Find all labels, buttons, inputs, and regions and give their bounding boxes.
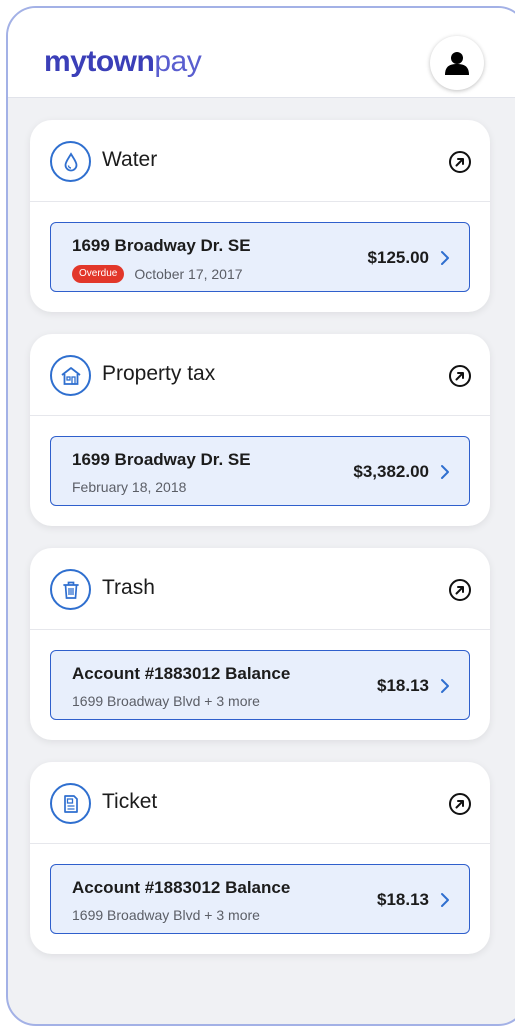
- bill-amount: $125.00: [367, 248, 429, 267]
- house-icon: [60, 366, 81, 385]
- bill-row[interactable]: 1699 Broadway Dr. SE Overdue October 17,…: [50, 222, 470, 292]
- card-title: Water: [102, 148, 158, 171]
- card-water: Water 1699 Broadway Dr. SE Overdue Octob…: [30, 120, 490, 312]
- bill-amount: $18.13: [377, 676, 429, 695]
- bill-row[interactable]: Account #1883012 Balance 1699 Broadway B…: [50, 864, 470, 934]
- category-icon-badge: [50, 355, 91, 396]
- category-icon-badge: [50, 569, 91, 610]
- bill-account: Account #1883012 Balance: [72, 878, 291, 897]
- card-ticket: Ticket Account #1883012 Balance 1699 Bro…: [30, 762, 490, 954]
- bill-row[interactable]: 1699 Broadway Dr. SE February 18, 2018 $…: [50, 436, 470, 506]
- bill-address: 1699 Broadway Dr. SE: [72, 236, 251, 255]
- app-header: mytownpay: [8, 8, 515, 98]
- profile-button[interactable]: [430, 36, 484, 90]
- bill-due-date: October 17, 2017: [134, 266, 243, 282]
- water-drop-icon: [64, 151, 77, 171]
- card-title: Trash: [102, 576, 155, 599]
- bill-addresses: 1699 Broadway Blvd + 3 more: [72, 907, 260, 923]
- card-header: Ticket: [30, 762, 490, 844]
- category-icon-badge: [50, 783, 91, 824]
- bill-address: 1699 Broadway Dr. SE: [72, 450, 251, 469]
- overdue-badge: Overdue: [72, 265, 125, 283]
- card-title: Property tax: [102, 362, 216, 385]
- chevron-right-icon: [441, 893, 449, 907]
- open-external-icon[interactable]: [448, 792, 472, 816]
- card-header: Trash: [30, 548, 490, 630]
- bill-amount: $18.13: [377, 890, 429, 909]
- bill-subtitle: 1699 Broadway Blvd + 3 more: [72, 907, 260, 923]
- chevron-right-icon: [441, 251, 449, 265]
- chevron-right-icon: [441, 679, 449, 693]
- trash-icon: [62, 581, 79, 599]
- category-icon-badge: [50, 141, 91, 182]
- app-logo[interactable]: mytownpay: [44, 45, 202, 78]
- bill-addresses: 1699 Broadway Blvd + 3 more: [72, 693, 260, 709]
- logo-light-text: pay: [154, 45, 202, 78]
- card-property-tax: Property tax 1699 Broadway Dr. SE Februa…: [30, 334, 490, 526]
- bill-due-date: February 18, 2018: [72, 479, 187, 495]
- card-trash: Trash Account #1883012 Balance 1699 Broa…: [30, 548, 490, 740]
- bill-subtitle: 1699 Broadway Blvd + 3 more: [72, 693, 260, 709]
- logo-bold-text: mytown: [44, 45, 155, 78]
- ticket-document-icon: [63, 794, 78, 813]
- card-header: Water: [30, 120, 490, 202]
- bill-account: Account #1883012 Balance: [72, 664, 291, 683]
- open-external-icon[interactable]: [448, 364, 472, 388]
- card-header: Property tax: [30, 334, 490, 416]
- user-icon: [445, 52, 469, 75]
- bill-row[interactable]: Account #1883012 Balance 1699 Broadway B…: [50, 650, 470, 720]
- card-title: Ticket: [102, 790, 158, 813]
- bill-subtitle: February 18, 2018: [72, 479, 186, 495]
- bill-amount: $3,382.00: [353, 462, 429, 481]
- open-external-icon[interactable]: [448, 150, 472, 174]
- app-frame: mytownpay Water 1699 Broadway Dr. SE Ove…: [6, 6, 515, 1026]
- open-external-icon[interactable]: [448, 578, 472, 602]
- bill-subtitle: Overdue October 17, 2017: [72, 265, 243, 283]
- chevron-right-icon: [441, 465, 449, 479]
